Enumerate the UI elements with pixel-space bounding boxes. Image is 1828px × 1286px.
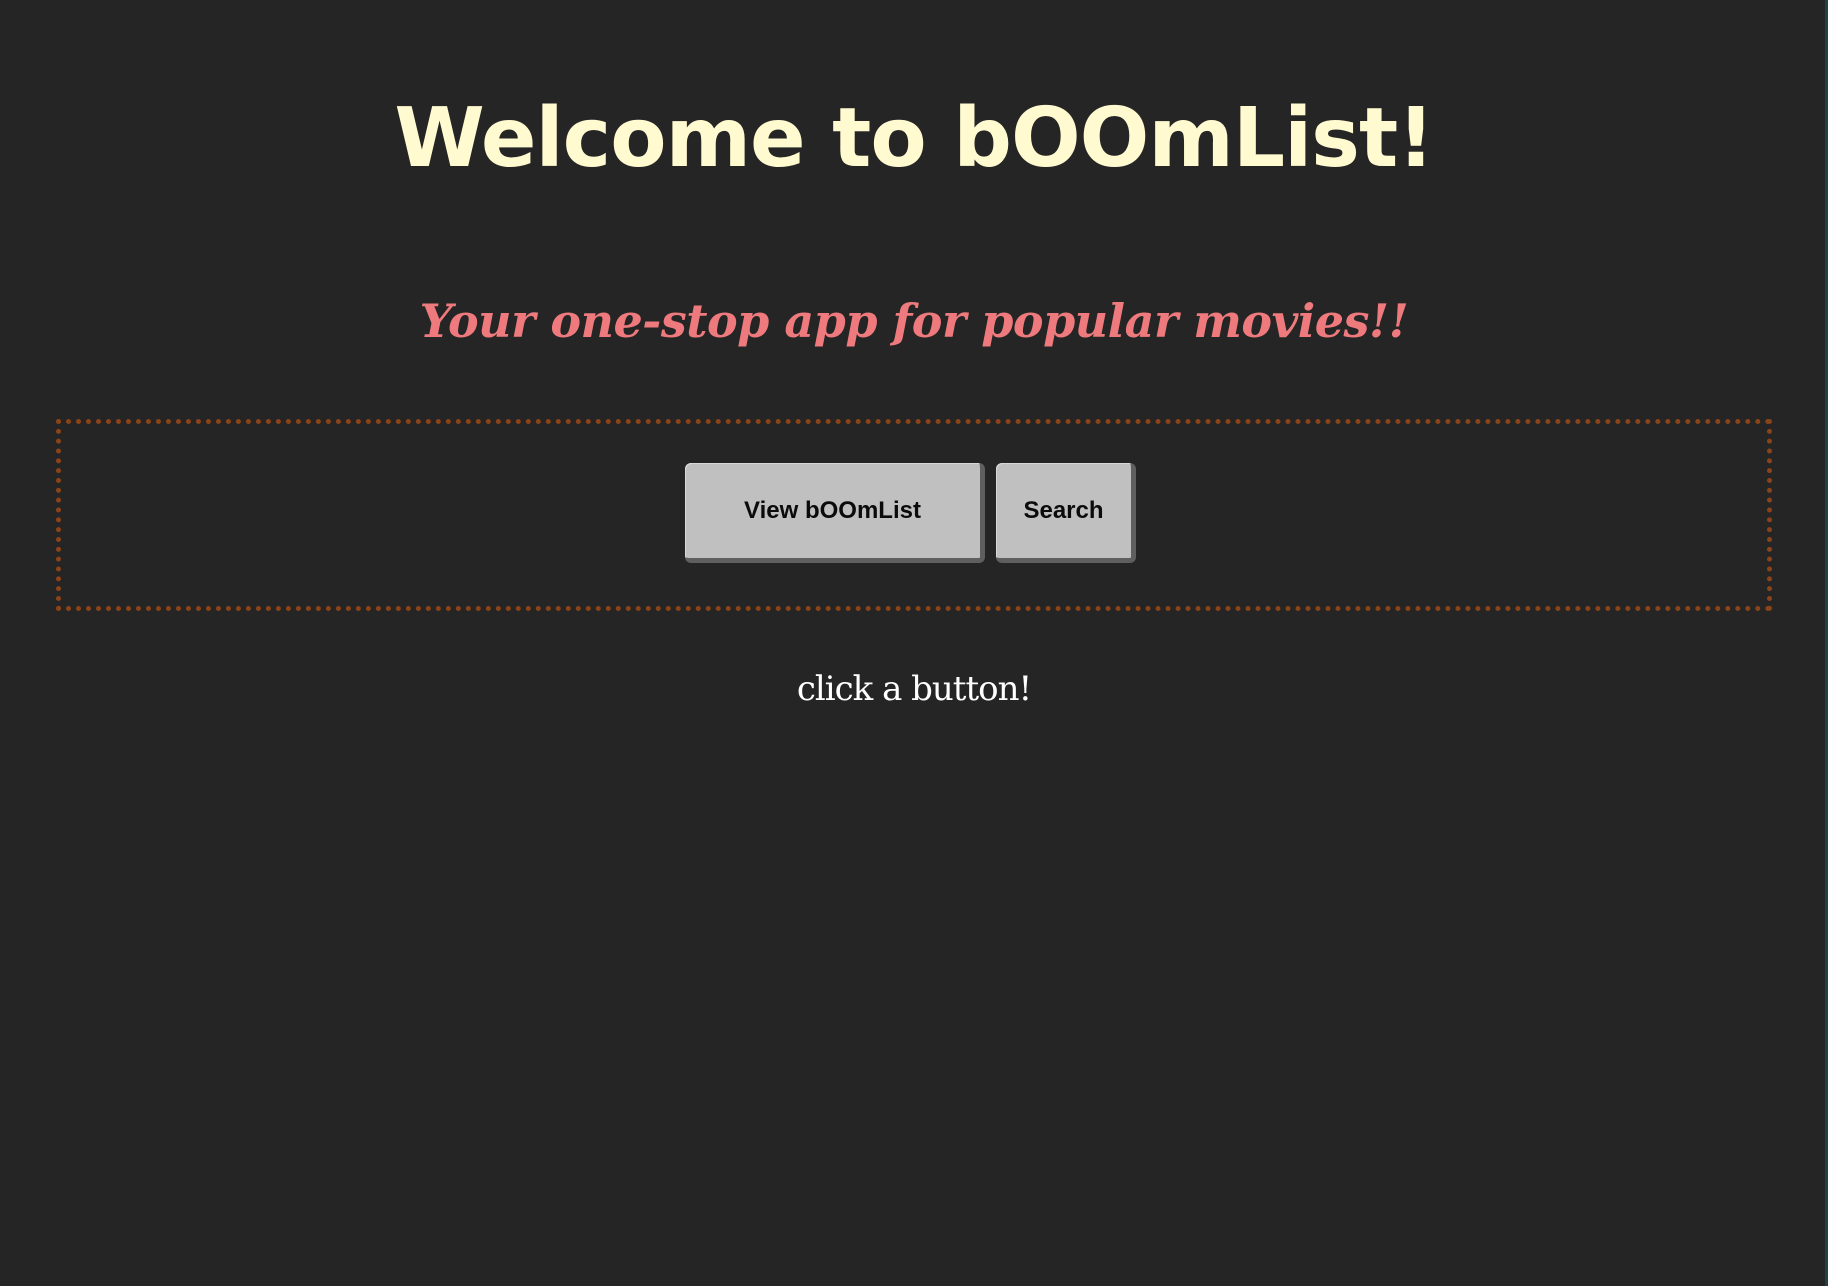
boomlist-page: Welcome to bOOmList! Your one-stop app f…: [0, 0, 1828, 1286]
status-message: click a button!: [796, 669, 1032, 709]
page-subtitle: Your one-stop app for popular movies!!: [419, 294, 1409, 348]
view-boomlist-button[interactable]: View bOOmList: [685, 463, 985, 563]
search-button[interactable]: Search: [996, 463, 1136, 563]
action-buttons: View bOOmList Search: [685, 463, 1136, 563]
page-title: Welcome to bOOmList!: [394, 91, 1434, 186]
